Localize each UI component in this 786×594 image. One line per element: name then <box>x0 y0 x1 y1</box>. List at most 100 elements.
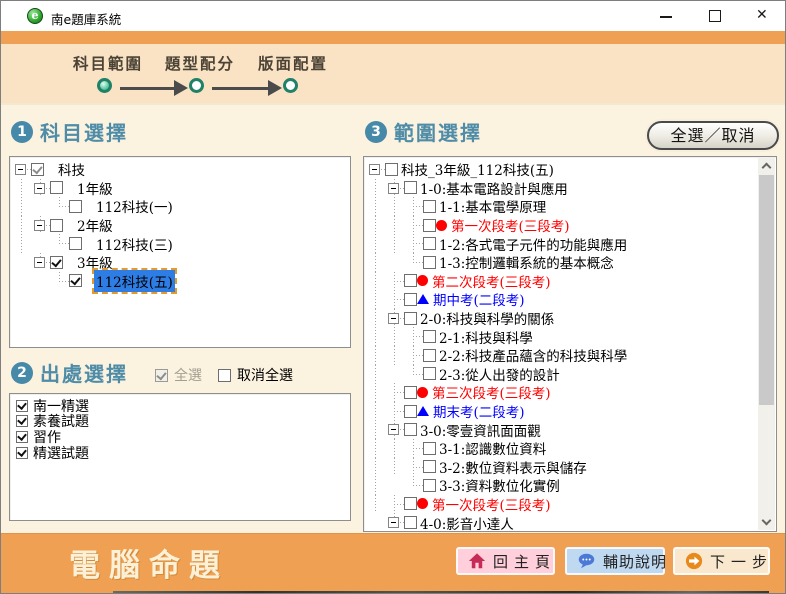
checkbox[interactable] <box>69 200 82 213</box>
expander-icon[interactable] <box>15 164 26 175</box>
unselect-all-checkbox[interactable] <box>218 369 231 382</box>
select-all-checkbox-group: 全選 <box>155 365 202 385</box>
checkbox[interactable] <box>16 415 28 427</box>
tree-item[interactable]: 1年級 <box>12 179 350 198</box>
tree-item[interactable]: 第三次段考(三段考) <box>366 383 776 402</box>
tree-item[interactable]: 1-2:各式電子元件的功能與應用 <box>366 234 776 253</box>
tree-item[interactable]: 3-3:資料數位化實例 <box>366 476 776 495</box>
checkbox[interactable] <box>404 516 417 529</box>
checkbox[interactable] <box>404 405 417 418</box>
checkbox[interactable] <box>16 400 28 412</box>
tree-item[interactable]: 2-1:科技與科學 <box>366 327 776 346</box>
checkbox[interactable] <box>404 423 417 436</box>
tree-item[interactable]: 4-0:影音小達人 <box>366 513 776 532</box>
checkbox[interactable] <box>404 386 417 399</box>
checkbox[interactable] <box>423 349 436 362</box>
footer-brand-title: 電腦命題 <box>69 540 229 585</box>
tree-item[interactable]: 第一次段考(三段考) <box>366 216 776 235</box>
step-label-question-allocation: 題型配分 <box>165 52 235 74</box>
checkbox[interactable] <box>423 219 436 232</box>
list-item[interactable]: 精選試題 <box>16 445 350 461</box>
scrollbar-thumb[interactable] <box>759 175 774 405</box>
checkbox[interactable] <box>423 256 436 269</box>
tree-item[interactable]: 1-0:基本電路設計與應用 <box>366 179 776 198</box>
checkbox[interactable] <box>404 181 417 194</box>
close-button[interactable]: ✕ <box>746 1 780 31</box>
arrow-right-icon <box>174 80 188 96</box>
tree-item[interactable]: 2-3:從人出發的設計 <box>366 365 776 384</box>
checkbox[interactable] <box>404 293 417 306</box>
checkbox[interactable] <box>423 237 436 250</box>
chevron-up-icon <box>762 163 772 173</box>
tree-item[interactable]: 科技_3年級_112科技(五) <box>366 160 776 179</box>
exam-dot-icon <box>417 387 428 398</box>
tree-item[interactable]: 3年級 <box>12 253 350 272</box>
expander-icon[interactable] <box>388 313 399 324</box>
expander-icon[interactable] <box>34 257 45 268</box>
tree-item[interactable]: 112科技(三) <box>12 234 350 253</box>
next-arrow-icon <box>685 552 703 570</box>
tree-item[interactable]: 2年級 <box>12 216 350 235</box>
tree-item-label: 4-0:影音小達人 <box>418 512 516 534</box>
tree-item[interactable]: 112科技(五) <box>12 272 350 291</box>
checkbox[interactable] <box>423 330 436 343</box>
checkbox[interactable] <box>50 219 63 232</box>
tree-item[interactable]: 3-0:零壹資訊面面觀 <box>366 420 776 439</box>
checkbox[interactable] <box>69 274 82 287</box>
list-item[interactable]: 素養試題 <box>16 414 350 430</box>
scroll-up-button[interactable] <box>758 158 775 174</box>
toggle-select-all-button[interactable]: 全選／取消 <box>647 121 779 150</box>
step-circle-1 <box>97 78 112 93</box>
maximize-button[interactable] <box>698 1 732 31</box>
scrollbar[interactable] <box>758 158 775 530</box>
help-button[interactable]: 輔助說明 <box>565 547 665 575</box>
checkbox[interactable] <box>16 431 28 443</box>
checkbox[interactable] <box>385 163 398 176</box>
checkbox[interactable] <box>50 181 63 194</box>
tree-item[interactable]: 科技 <box>12 160 350 179</box>
footer-bar: 電腦命題 回主頁 輔助說明 下一步 <box>1 533 785 594</box>
checkbox[interactable] <box>16 447 28 459</box>
home-button[interactable]: 回主頁 <box>456 547 555 575</box>
tree-item[interactable]: 3-2:數位資料表示與儲存 <box>366 458 776 477</box>
expander-icon[interactable] <box>388 424 399 435</box>
checkbox[interactable] <box>404 274 417 287</box>
checkbox[interactable] <box>423 367 436 380</box>
expander-icon[interactable] <box>388 183 399 194</box>
tree-item[interactable]: 第二次段考(三段考) <box>366 272 776 291</box>
checkbox[interactable] <box>423 200 436 213</box>
tree-item[interactable]: 1-3:控制邏輯系統的基本概念 <box>366 253 776 272</box>
expander-icon[interactable] <box>388 517 399 528</box>
step-label-layout: 版面配置 <box>258 52 328 74</box>
checkbox[interactable] <box>423 479 436 492</box>
tree-item[interactable]: 3-1:認識數位資料 <box>366 439 776 458</box>
subject-tree: 科技1年級112科技(一)2年級112科技(三)3年級112科技(五) <box>9 156 351 348</box>
select-all-checkbox[interactable] <box>155 369 168 382</box>
tree-item[interactable]: 期末考(二段考) <box>366 402 776 421</box>
home-button-label: 回主頁 <box>493 551 556 572</box>
section-title: 出處選擇 <box>40 358 128 387</box>
tree-item[interactable]: 2-2:科技產品蘊含的科技與科學 <box>366 346 776 365</box>
next-step-button[interactable]: 下一步 <box>673 547 770 575</box>
tree-item[interactable]: 第一次段考(三段考) <box>366 495 776 514</box>
checkbox[interactable] <box>423 442 436 455</box>
minimize-button[interactable] <box>649 1 683 31</box>
window-title: 南e題庫系統 <box>51 9 121 28</box>
checkbox[interactable] <box>423 460 436 473</box>
checkbox[interactable] <box>404 497 417 510</box>
expander-icon[interactable] <box>34 183 45 194</box>
tree-item[interactable]: 2-0:科技與科學的關係 <box>366 309 776 328</box>
expander-icon[interactable] <box>369 164 380 175</box>
tree-item[interactable]: 1-1:基本電學原理 <box>366 197 776 216</box>
section-title: 科目選擇 <box>40 117 128 146</box>
checkbox[interactable] <box>31 163 44 176</box>
checkbox[interactable] <box>69 237 82 250</box>
checkbox[interactable] <box>404 312 417 325</box>
checkbox[interactable] <box>50 256 63 269</box>
tree-item[interactable]: 112科技(一) <box>12 197 350 216</box>
scroll-down-button[interactable] <box>758 514 775 530</box>
minimize-icon <box>660 16 672 18</box>
app-window: e 南e題庫系統 ✕ 科目範圍 題型配分 版面配置 1 科目選擇 科技1年級11… <box>0 0 786 594</box>
tree-item[interactable]: 期中考(二段考) <box>366 290 776 309</box>
expander-icon[interactable] <box>34 220 45 231</box>
